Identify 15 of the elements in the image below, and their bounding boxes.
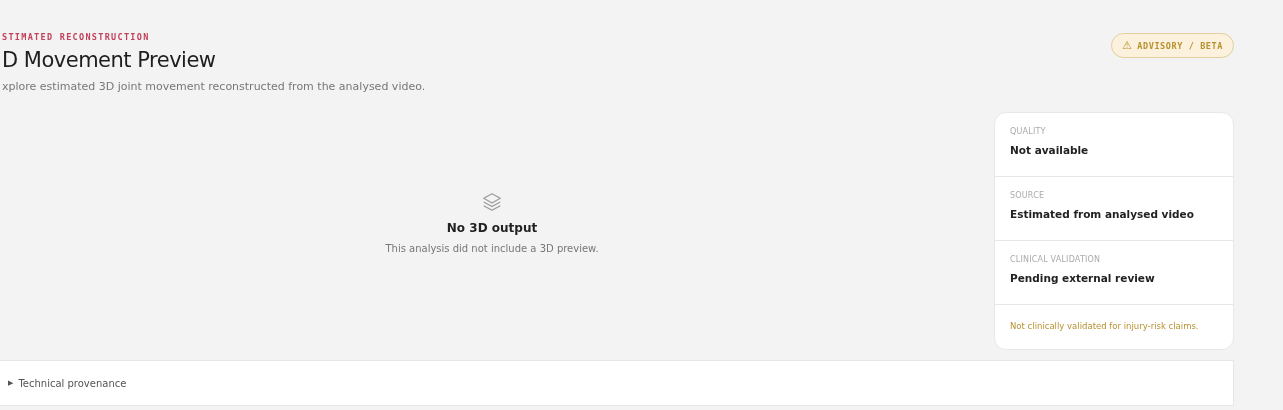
info-value: Pending external review	[1010, 272, 1156, 284]
empty-message: This analysis did not include a 3D preview.	[385, 242, 599, 254]
badge-label: ADVISORY / BETA	[1137, 40, 1223, 51]
page-subtitle: xplore estimated 3D joint movement reconstructed from the analysed video.	[2, 80, 426, 93]
layers-icon	[481, 190, 503, 213]
warning-icon: ⚠	[1122, 39, 1133, 52]
page-title: D Movement Preview	[2, 48, 217, 72]
info-label: QUALITY	[1010, 127, 1047, 136]
info-value: Not available	[1010, 144, 1090, 156]
info-label: SOURCE	[1010, 191, 1046, 200]
eyebrow-label: STIMATED RECONSTRUCTION	[2, 32, 151, 42]
warning-note: Not clinically validated for injury-risk claims.	[1010, 321, 1200, 331]
empty-title: No 3D output	[446, 220, 538, 235]
info-label: CLINICAL VALIDATION	[1010, 255, 1102, 264]
info-value: Estimated from analysed video	[1010, 208, 1195, 220]
